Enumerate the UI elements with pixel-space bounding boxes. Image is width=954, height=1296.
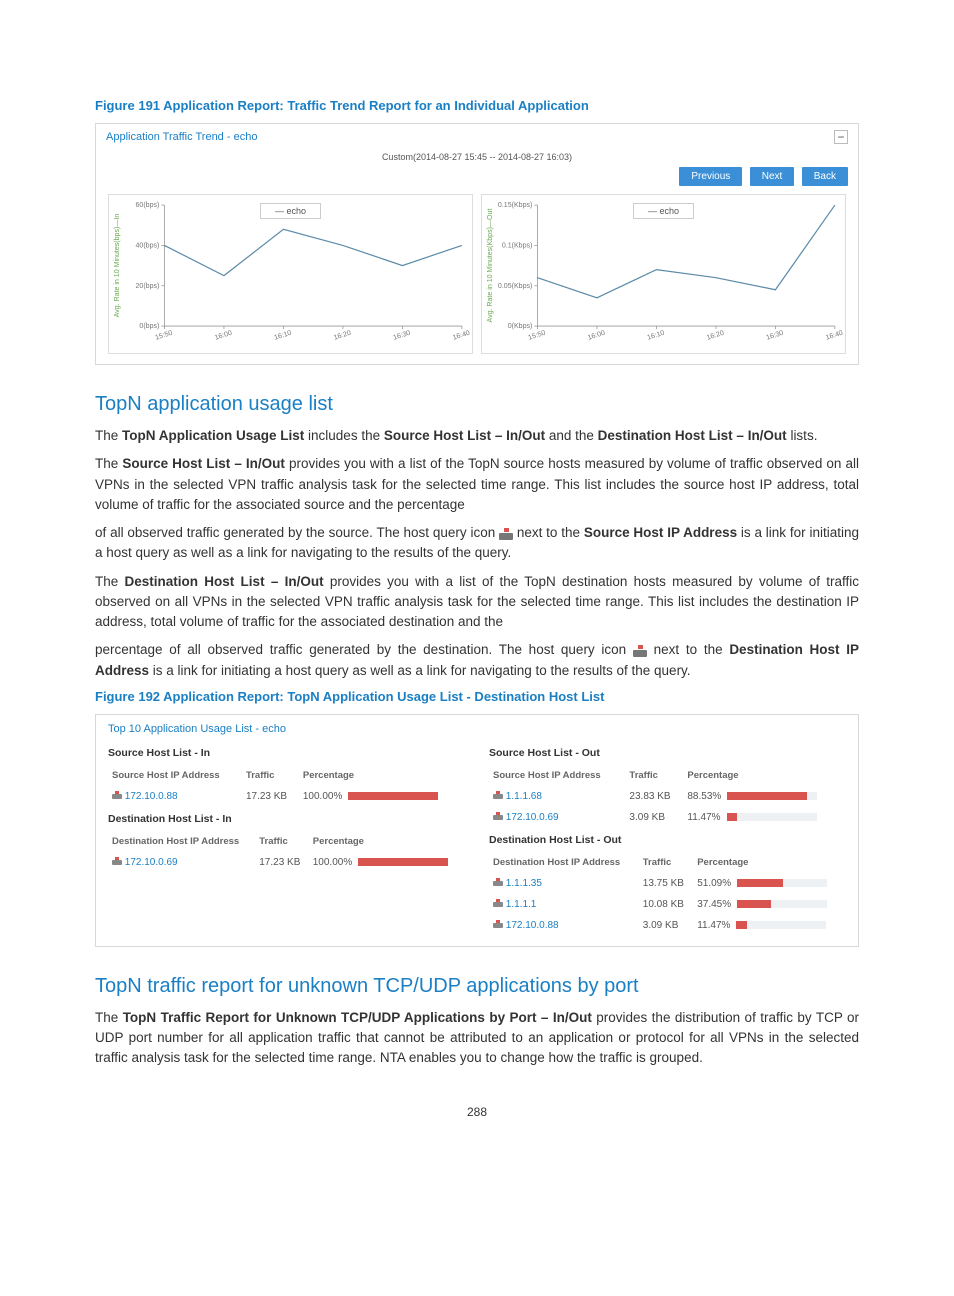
svg-text:16:40: 16:40	[825, 330, 844, 342]
topn-app-p1: The TopN Application Usage List includes…	[95, 426, 859, 446]
table-row: 1.1.1.1 10.08 KB 37.45%	[489, 894, 846, 915]
ip-link[interactable]: 172.10.0.69	[506, 812, 559, 823]
figure-192-caption: Figure 192 Application Report: TopN Appl…	[95, 689, 859, 704]
chart-panel: Application Traffic Trend - echo − Custo…	[95, 123, 859, 365]
back-button[interactable]: Back	[802, 167, 848, 186]
previous-button[interactable]: Previous	[679, 167, 742, 186]
host-query-icon[interactable]	[493, 920, 503, 928]
svg-text:15:50: 15:50	[528, 330, 547, 342]
svg-text:15:50: 15:50	[155, 330, 174, 342]
topn-app-p4: The Destination Host List – In/Out provi…	[95, 572, 859, 633]
dst-out-title: Destination Host List - Out	[489, 834, 846, 846]
src-in-title: Source Host List - In	[108, 747, 465, 759]
svg-text:16:30: 16:30	[392, 330, 411, 342]
page-number: 288	[95, 1105, 859, 1119]
svg-text:0(bps): 0(bps)	[139, 323, 159, 330]
host-query-icon[interactable]	[499, 528, 513, 540]
svg-text:16:10: 16:10	[274, 330, 293, 342]
ip-link[interactable]: 1.1.1.35	[506, 878, 542, 889]
chart-in: 0(bps) 20(bps) 40(bps) 60(bps) 15:50 16:00 16:…	[108, 194, 473, 354]
table-row: 1.1.1.35 13.75 KB 51.09%	[489, 873, 846, 894]
host-query-icon[interactable]	[112, 857, 122, 865]
dst-out-table: Destination Host IP AddressTrafficPercen…	[489, 852, 846, 936]
host-query-icon[interactable]	[493, 878, 503, 886]
chart-panel-title: Application Traffic Trend - echo	[106, 131, 257, 143]
src-in-table: Source Host IP AddressTrafficPercentage …	[108, 765, 465, 807]
svg-text:60(bps): 60(bps)	[136, 202, 160, 209]
host-query-icon[interactable]	[633, 645, 647, 657]
table-panel: Top 10 Application Usage List - echo Sou…	[95, 714, 859, 947]
svg-text:16:00: 16:00	[214, 330, 233, 342]
table-row: 172.10.0.88 17.23 KB 100.00%	[108, 786, 465, 807]
src-out-table: Source Host IP AddressTrafficPercentage …	[489, 765, 846, 828]
next-button[interactable]: Next	[750, 167, 795, 186]
topn-app-p3: of all observed traffic generated by the…	[95, 523, 859, 564]
src-out-title: Source Host List - Out	[489, 747, 846, 759]
table-panel-title: Top 10 Application Usage List - echo	[96, 715, 858, 741]
chart-out: 0(Kbps) 0.05(Kbps) 0.1(Kbps) 0.15(Kbps) 15:5…	[481, 194, 846, 354]
svg-text:16:30: 16:30	[765, 330, 784, 342]
table-row: 172.10.0.69 17.23 KB 100.00%	[108, 852, 465, 873]
svg-text:16:00: 16:00	[587, 330, 606, 342]
ip-link[interactable]: 172.10.0.88	[125, 791, 178, 802]
host-query-icon[interactable]	[493, 899, 503, 907]
host-query-icon[interactable]	[493, 812, 503, 820]
topn-app-p5: percentage of all observed traffic gener…	[95, 640, 859, 681]
svg-text:0.05(Kbps): 0.05(Kbps)	[498, 283, 532, 290]
svg-text:16:20: 16:20	[706, 330, 725, 342]
svg-text:40(bps): 40(bps)	[136, 242, 160, 249]
topn-tcp-p: The TopN Traffic Report for Unknown TCP/…	[95, 1008, 859, 1069]
chart-subtitle: Custom(2014-08-27 15:45 -- 2014-08-27 16…	[96, 152, 858, 162]
svg-text:0.15(Kbps): 0.15(Kbps)	[498, 202, 532, 209]
ip-link[interactable]: 172.10.0.88	[506, 920, 559, 931]
svg-text:16:10: 16:10	[647, 330, 666, 342]
svg-text:0(Kbps): 0(Kbps)	[508, 323, 533, 330]
ip-link[interactable]: 1.1.1.1	[506, 899, 537, 910]
dst-in-title: Destination Host List - In	[108, 813, 465, 825]
table-row: 172.10.0.88 3.09 KB 11.47%	[489, 915, 846, 936]
svg-text:16:20: 16:20	[333, 330, 352, 342]
dst-in-table: Destination Host IP AddressTrafficPercen…	[108, 831, 465, 873]
topn-app-heading: TopN application usage list	[95, 393, 859, 416]
ip-link[interactable]: 1.1.1.68	[506, 791, 542, 802]
ip-link[interactable]: 172.10.0.69	[125, 857, 178, 868]
host-query-icon[interactable]	[493, 791, 503, 799]
svg-text:0.1(Kbps): 0.1(Kbps)	[502, 242, 533, 249]
figure-191-caption: Figure 191 Application Report: Traffic T…	[95, 98, 859, 113]
svg-text:Avg. Rate in 10 Minutes(Kbps)—: Avg. Rate in 10 Minutes(Kbps)—Out	[487, 209, 494, 323]
table-row: 172.10.0.69 3.09 KB 11.47%	[489, 807, 846, 828]
svg-text:16:40: 16:40	[452, 330, 471, 342]
topn-app-p2: The Source Host List – In/Out provides y…	[95, 454, 859, 515]
host-query-icon[interactable]	[112, 791, 122, 799]
svg-text:Avg. Rate in 10 Minutes(bps)—I: Avg. Rate in 10 Minutes(bps)—In	[114, 214, 121, 318]
svg-text:20(bps): 20(bps)	[136, 283, 160, 290]
collapse-icon[interactable]: −	[834, 130, 848, 144]
table-row: 1.1.1.68 23.83 KB 88.53%	[489, 786, 846, 807]
topn-tcp-heading: TopN traffic report for unknown TCP/UDP …	[95, 975, 859, 998]
